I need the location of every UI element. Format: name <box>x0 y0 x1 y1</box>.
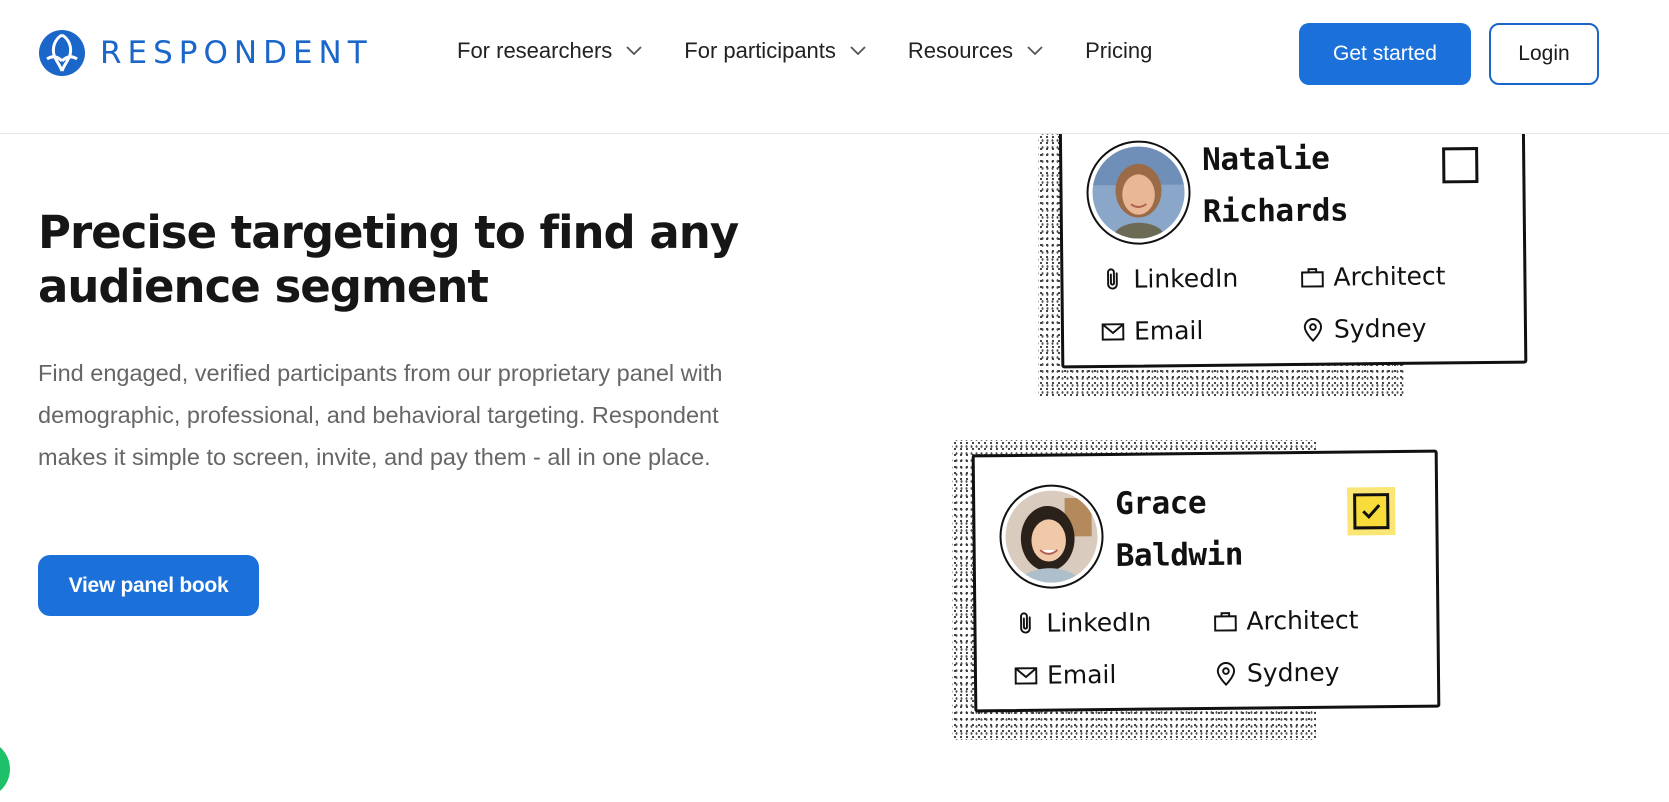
select-checkbox[interactable] <box>1442 147 1479 184</box>
participant-card[interactable]: Grace Baldwin LinkedIn Architect Email S… <box>971 449 1441 713</box>
site-header: RESPONDENT For researchers For participa… <box>0 0 1669 134</box>
hero-headline: Precise targeting to find any audience s… <box>38 206 739 313</box>
checkmark-icon <box>1362 504 1381 519</box>
avatar <box>998 484 1105 590</box>
view-panel-book-button[interactable]: View panel book <box>38 555 259 616</box>
chat-widget-button[interactable] <box>0 740 10 798</box>
login-button[interactable]: Login <box>1489 23 1599 85</box>
email-field: Email <box>1100 316 1204 346</box>
chevron-down-icon <box>850 46 866 56</box>
map-pin-icon <box>1303 317 1323 342</box>
participant-name: Natalie Richards <box>1202 132 1348 238</box>
envelope-icon <box>1101 322 1125 341</box>
nav-pricing[interactable]: Pricing <box>1085 38 1152 64</box>
briefcase-icon <box>1301 267 1324 288</box>
nav-resources[interactable]: Resources <box>908 38 1043 64</box>
envelope-icon <box>1014 666 1038 685</box>
get-started-button[interactable]: Get started <box>1299 23 1471 85</box>
map-pin-icon <box>1216 661 1236 686</box>
location-field: Sydney <box>1300 314 1427 344</box>
nav-for-researchers[interactable]: For researchers <box>457 38 642 64</box>
chevron-down-icon <box>626 46 642 56</box>
email-field: Email <box>1013 660 1117 690</box>
linkedin-field: LinkedIn <box>1099 264 1238 294</box>
linkedin-field: LinkedIn <box>1012 608 1151 638</box>
hero-description: Find engaged, verified participants from… <box>38 360 723 470</box>
chevron-down-icon <box>1027 46 1043 56</box>
nav-label: Pricing <box>1085 38 1153 63</box>
avatar <box>1085 140 1192 246</box>
last-name: Baldwin <box>1115 536 1244 574</box>
nav-for-participants[interactable]: For participants <box>684 38 866 64</box>
main-nav: For researchers For participants Resourc… <box>457 38 1194 64</box>
nav-label: Resources <box>907 38 1014 63</box>
paperclip-icon <box>1020 611 1031 634</box>
briefcase-icon <box>1214 611 1237 632</box>
logo-text: RESPONDENT <box>100 35 373 71</box>
job-field: Architect <box>1212 605 1359 636</box>
paperclip-icon <box>1107 267 1118 290</box>
select-checkbox[interactable] <box>1353 493 1390 530</box>
first-name: Grace <box>1114 484 1207 522</box>
job-field: Architect <box>1299 261 1446 292</box>
first-name: Natalie <box>1201 140 1330 178</box>
respondent-logo-icon <box>39 30 85 76</box>
avatar-photo-icon <box>1005 490 1099 584</box>
logo[interactable]: RESPONDENT <box>38 29 373 77</box>
nav-label: For researchers <box>457 38 613 63</box>
participant-card[interactable]: Natalie Richards LinkedIn Architect Emai… <box>1058 105 1528 369</box>
avatar-photo-icon <box>1092 146 1186 240</box>
participant-name: Grace Baldwin <box>1115 477 1243 582</box>
location-field: Sydney <box>1213 658 1340 688</box>
nav-label: For participants <box>684 38 836 63</box>
last-name: Richards <box>1202 192 1349 230</box>
